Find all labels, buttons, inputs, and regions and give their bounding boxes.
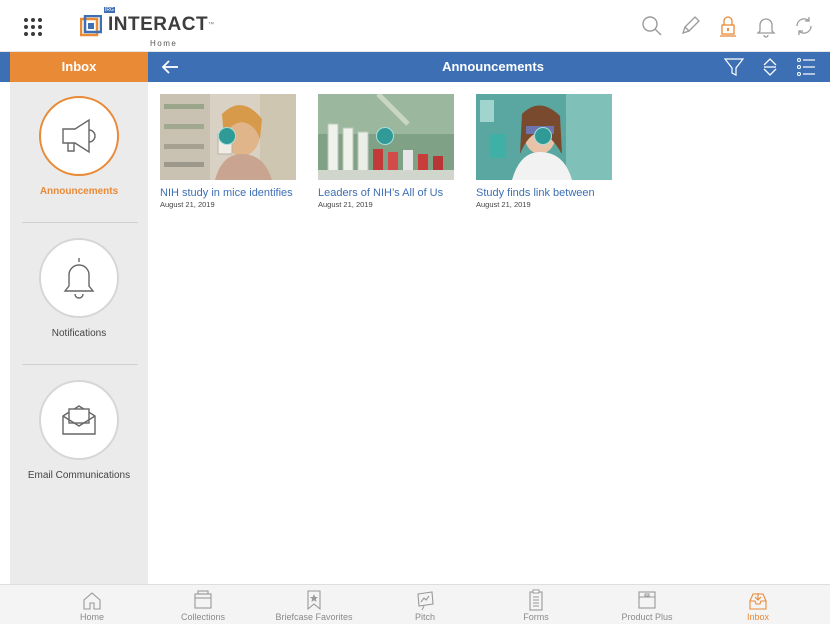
title-bar: Inbox Announcements bbox=[0, 52, 830, 82]
card-title: Study finds link between bbox=[476, 187, 595, 199]
email-circle bbox=[39, 380, 119, 460]
folder-icon bbox=[194, 590, 212, 609]
nav-label: Pitch bbox=[414, 612, 435, 622]
inbox-icon bbox=[749, 593, 767, 610]
nav-label: Product Plus bbox=[621, 612, 673, 622]
notifications-circle bbox=[39, 238, 119, 318]
bell-icon bbox=[63, 258, 95, 299]
nav-label: Forms bbox=[523, 612, 549, 622]
announcement-card[interactable]: Study finds link between August 21, 2019 bbox=[476, 94, 616, 209]
nav-label: Inbox bbox=[746, 612, 770, 622]
card-date: August 21, 2019 bbox=[318, 200, 373, 209]
nav-pitch[interactable]: Pitch bbox=[380, 589, 470, 622]
list-view-icon[interactable] bbox=[794, 55, 818, 79]
sidebar-item-announcements[interactable]: Announcements bbox=[10, 82, 148, 224]
header-actions bbox=[640, 14, 830, 38]
home-icon bbox=[83, 592, 101, 610]
announcements-circle bbox=[39, 96, 119, 176]
nav-briefcase-favorites[interactable]: Briefcase Favorites bbox=[269, 589, 359, 622]
media-type-badge-icon bbox=[376, 127, 394, 145]
nav-label: Collections bbox=[180, 612, 226, 622]
sidebar-divider bbox=[22, 222, 138, 223]
nav-label: Home bbox=[79, 612, 104, 622]
inbox-sidebar: Announcements Notifications Email Commun… bbox=[10, 82, 148, 584]
interact-logo[interactable]: INTERACT ™ bbox=[79, 10, 215, 40]
card-thumbnail-image bbox=[476, 94, 612, 180]
clipboard-icon bbox=[529, 589, 543, 611]
announcements-list: NIH study in mice identifies August 21, … bbox=[148, 82, 830, 584]
media-type-badge-icon bbox=[534, 127, 552, 145]
bar-actions bbox=[722, 55, 830, 79]
lock-icon[interactable] bbox=[716, 14, 740, 38]
search-icon[interactable] bbox=[640, 14, 664, 38]
card-title: NIH study in mice identifies bbox=[160, 187, 293, 199]
presentation-icon bbox=[417, 591, 434, 611]
card-date: August 21, 2019 bbox=[476, 200, 531, 209]
sidebar-item-email-communications[interactable]: Email Communications bbox=[10, 366, 148, 508]
top-header: INTERACT ™ IRG Home bbox=[0, 0, 830, 52]
app-window: INTERACT ™ IRG Home Inbox Announcements … bbox=[0, 0, 830, 624]
sidebar-item-notifications[interactable]: Notifications bbox=[10, 224, 148, 366]
filter-icon[interactable] bbox=[722, 55, 746, 79]
sidebar-divider bbox=[22, 364, 138, 365]
sidebar-item-label: Email Communications bbox=[27, 470, 131, 481]
nav-label: Briefcase Favorites bbox=[275, 612, 353, 622]
media-type-badge-icon bbox=[218, 127, 236, 145]
nav-collections[interactable]: Collections bbox=[158, 589, 248, 622]
logo-badge: IRG bbox=[104, 7, 115, 13]
page-subtitle: Home bbox=[150, 39, 178, 48]
logo-trademark: ™ bbox=[208, 22, 215, 28]
card-date: August 21, 2019 bbox=[160, 200, 215, 209]
nav-product-plus[interactable]: Product Plus bbox=[602, 589, 692, 622]
card-thumbnail-image bbox=[318, 94, 454, 180]
sidebar-item-label: Announcements bbox=[39, 186, 119, 197]
card-title: Leaders of NIH’s All of Us bbox=[318, 187, 444, 199]
bottom-nav: Home Collections Briefcase Favorites Pit… bbox=[0, 584, 830, 624]
nav-home[interactable]: Home bbox=[47, 589, 137, 622]
envelope-icon bbox=[62, 405, 96, 435]
nav-inbox[interactable]: Inbox bbox=[713, 589, 803, 622]
nav-forms[interactable]: Forms bbox=[491, 589, 581, 622]
card-thumbnail-image bbox=[160, 94, 296, 180]
sync-icon[interactable] bbox=[792, 14, 816, 38]
logo-text: INTERACT bbox=[108, 14, 209, 35]
megaphone-icon bbox=[62, 118, 96, 154]
logo-mark-icon bbox=[79, 14, 103, 37]
app-grid-menu-icon[interactable] bbox=[24, 18, 42, 36]
bell-icon[interactable] bbox=[754, 14, 778, 38]
announcement-card[interactable]: NIH study in mice identifies August 21, … bbox=[160, 94, 300, 209]
announcement-card[interactable]: Leaders of NIH’s All of Us August 21, 20… bbox=[318, 94, 458, 209]
sidebar-item-label: Notifications bbox=[51, 328, 107, 339]
bookmark-star-icon bbox=[307, 590, 321, 611]
pencil-icon[interactable] bbox=[678, 14, 702, 38]
sort-icon[interactable] bbox=[758, 55, 782, 79]
box-icon bbox=[638, 591, 656, 609]
inbox-tab[interactable]: Inbox bbox=[10, 52, 148, 82]
